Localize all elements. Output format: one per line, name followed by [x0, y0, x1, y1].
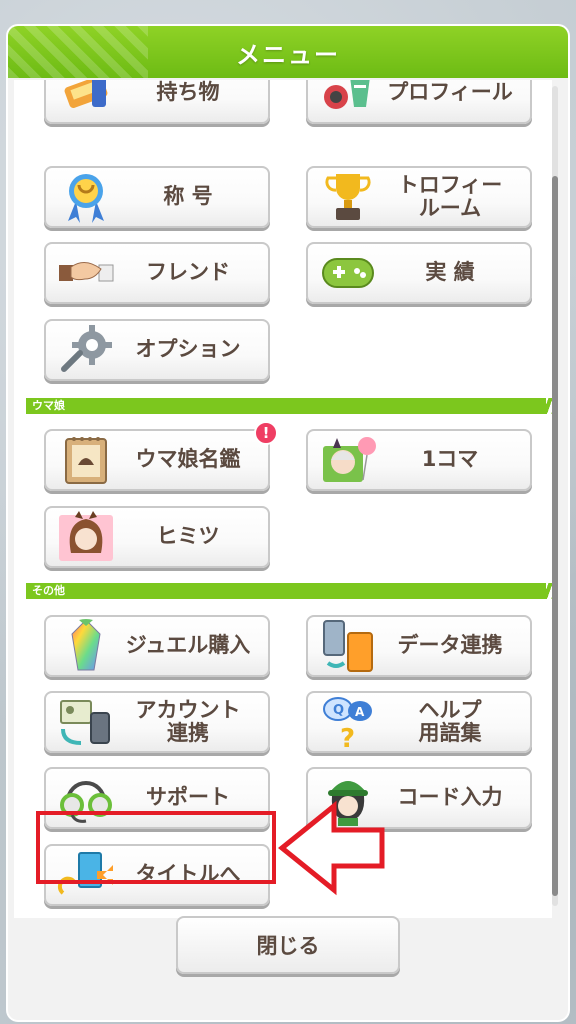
dialog-title: メニュー: [236, 40, 340, 69]
profile-label: プロフィール: [387, 80, 513, 105]
title-button[interactable]: 称 号: [44, 166, 270, 228]
section-other: その他: [26, 583, 552, 599]
one-koma-label: 1コマ: [421, 447, 479, 472]
data-link-label: データ連携: [397, 633, 503, 658]
himitsu-button[interactable]: ヒミツ: [44, 506, 270, 568]
items-label: 持ち物: [156, 80, 220, 105]
umamusume-guide-button[interactable]: ウマ娘名鑑: [44, 429, 270, 491]
dialog-header: メニュー: [8, 26, 568, 78]
items-icon: [54, 80, 118, 121]
account-link-button[interactable]: アカウント 連携: [44, 691, 270, 753]
account-link-label: アカウント 連携: [135, 697, 241, 745]
code-input-label: コード入力: [397, 785, 503, 810]
notebook-icon: [54, 432, 118, 488]
gamepad-icon: [316, 245, 380, 301]
support-label: サポート: [146, 785, 230, 810]
section-umamusume: ウマ娘: [26, 398, 552, 414]
title-label: 称 号: [163, 184, 213, 209]
pointer-arrow: [278, 800, 385, 896]
help-glossary-label: ヘルプ 用語集: [418, 697, 482, 745]
gear-wrench-icon: [54, 322, 118, 378]
achievements-label: 実 績: [425, 260, 475, 285]
umamusume-guide-label: ウマ娘名鑑: [135, 447, 241, 472]
trophy-room-label: トロフィー ルーム: [397, 172, 503, 220]
options-button[interactable]: オプション: [44, 319, 270, 381]
svg-text:Q: Q: [333, 703, 344, 718]
horseshoe-medal-icon: [54, 169, 118, 225]
friend-label: フレンド: [146, 260, 230, 285]
one-koma-button[interactable]: 1コマ: [306, 429, 532, 491]
help-glossary-button[interactable]: Q A? ヘルプ 用語集: [306, 691, 532, 753]
jewel-purchase-label: ジュエル購入: [125, 633, 251, 658]
character-photo-icon: [316, 432, 380, 488]
handshake-icon: [54, 245, 118, 301]
menu-scroll-area[interactable]: 持ち物 プロフィール 称 号 トロフィー ルーム フレンド 実 績 オプション …: [14, 80, 552, 918]
id-card-phone-icon: [54, 694, 118, 750]
scrollbar[interactable]: [552, 86, 558, 906]
phone-transfer-icon: [316, 618, 380, 674]
friend-button[interactable]: フレンド: [44, 242, 270, 304]
rainbow-crystal-icon: [54, 618, 118, 674]
data-link-button[interactable]: データ連携: [306, 615, 532, 677]
trophy-icon: [316, 169, 380, 225]
profile-button[interactable]: プロフィール: [306, 80, 532, 124]
svg-text:A: A: [355, 705, 365, 719]
profile-icon: [316, 80, 380, 121]
question-bubbles-icon: Q A?: [316, 694, 380, 750]
close-button[interactable]: 閉じる: [176, 916, 400, 974]
items-button[interactable]: 持ち物: [44, 80, 270, 124]
jewel-purchase-button[interactable]: ジュエル購入: [44, 615, 270, 677]
scrollbar-thumb[interactable]: [552, 176, 558, 896]
options-label: オプション: [135, 337, 241, 362]
notification-badge: !: [254, 421, 278, 445]
achievements-button[interactable]: 実 績: [306, 242, 532, 304]
himitsu-label: ヒミツ: [156, 524, 220, 549]
svg-text:?: ?: [340, 724, 355, 749]
highlight-box: [36, 811, 276, 884]
trophy-room-button[interactable]: トロフィー ルーム: [306, 166, 532, 228]
character-portrait-icon: [54, 509, 118, 565]
